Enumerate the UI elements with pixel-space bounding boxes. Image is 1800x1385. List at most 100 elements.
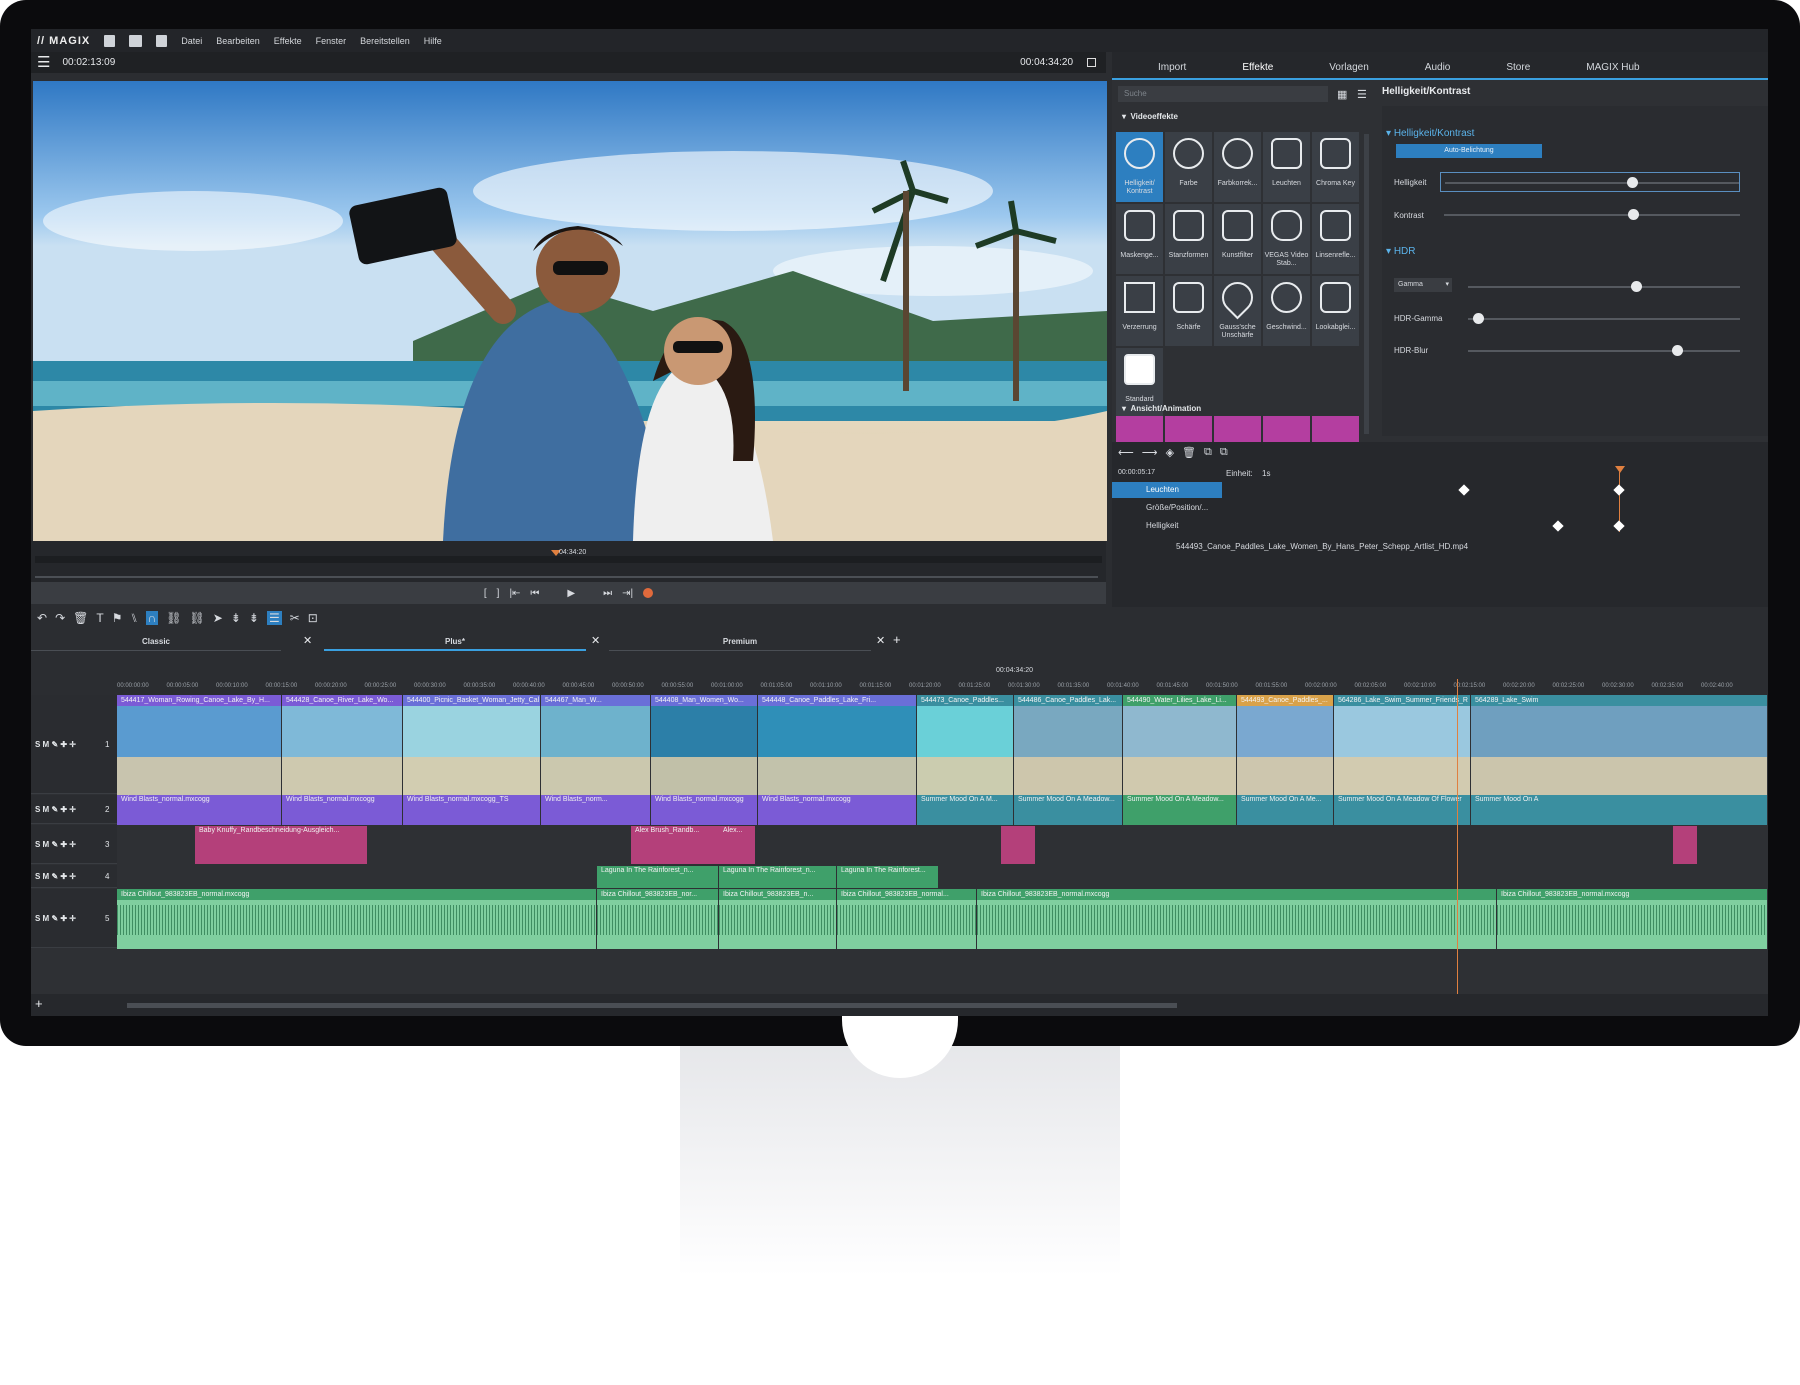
add-tab-icon[interactable]: + bbox=[893, 632, 901, 647]
go-end-icon[interactable]: ⇥| bbox=[622, 588, 633, 599]
music-clip[interactable]: Ibiza Chillout_983823EB_nor... bbox=[597, 889, 718, 949]
transition-clip[interactable] bbox=[1001, 826, 1035, 864]
fx-cutout-shapes[interactable]: Stanzformen bbox=[1165, 204, 1212, 274]
contrast-knob[interactable] bbox=[1627, 209, 1639, 220]
scrub-track[interactable] bbox=[35, 556, 1102, 563]
next-frame-icon[interactable]: ⏭ bbox=[603, 588, 612, 599]
kf-playhead[interactable] bbox=[1615, 466, 1625, 473]
audio-clip[interactable]: Wind Blasts_normal.mxcogg bbox=[282, 795, 402, 825]
pointer-icon[interactable]: ➤ bbox=[213, 611, 223, 625]
video-clip[interactable]: 544448_Canoe_Paddles_Lake_Fri... bbox=[758, 695, 916, 795]
tab-plus[interactable]: Plus* bbox=[324, 633, 586, 651]
audio-clip[interactable]: Summer Mood On A M... bbox=[917, 795, 1013, 825]
fx-distortion[interactable]: Verzerrung bbox=[1116, 276, 1163, 346]
audio-clip[interactable]: Summer Mood On A Me... bbox=[1237, 795, 1333, 825]
mark-in-icon[interactable]: [ bbox=[484, 588, 487, 599]
undo-icon[interactable]: ↶ bbox=[37, 611, 47, 625]
track-solo-mute[interactable]: S M ✎ ✚ ✛ bbox=[35, 805, 76, 814]
tab-store[interactable]: Store bbox=[1478, 62, 1558, 78]
effects-scrollbar[interactable] bbox=[1364, 134, 1369, 434]
section-video-effects[interactable]: ▾ Videoeffekte bbox=[1122, 112, 1178, 121]
keyframe-diamond[interactable] bbox=[1613, 484, 1625, 496]
auto-exposure-button[interactable]: Auto-Belichtung bbox=[1396, 144, 1542, 158]
music-clip[interactable]: Ibiza Chillout_983823EB_n... bbox=[719, 889, 836, 949]
kf-row-size[interactable]: Größe/Position/... bbox=[1112, 500, 1282, 516]
add-track-icon[interactable]: + bbox=[35, 996, 43, 1011]
tab-magix-hub[interactable]: MAGIX Hub bbox=[1558, 62, 1667, 78]
keyframe-diamond[interactable] bbox=[1552, 520, 1564, 532]
kf-row-helligkeit[interactable]: Helligkeit bbox=[1112, 518, 1282, 534]
menu-fenster[interactable]: Fenster bbox=[316, 36, 347, 46]
tab-audio[interactable]: Audio bbox=[1397, 62, 1479, 78]
track-mode-icon[interactable]: ☰ bbox=[266, 611, 282, 625]
audio-clip[interactable]: Wind Blasts_normal.mxcogg bbox=[117, 795, 281, 825]
fx-anim-4[interactable] bbox=[1263, 416, 1310, 442]
multi-ripple-icon[interactable]: ⇟ bbox=[249, 611, 259, 625]
fx-anim-3[interactable] bbox=[1214, 416, 1261, 442]
video-clip[interactable]: 544467_Man_W... bbox=[541, 695, 650, 795]
delete-icon[interactable]: 🗑 bbox=[73, 611, 88, 625]
link-icon[interactable]: ⛓ bbox=[166, 611, 181, 625]
fx-color[interactable]: Farbe bbox=[1165, 132, 1212, 202]
track-solo-mute[interactable]: S M ✎ ✚ ✛ bbox=[35, 872, 76, 881]
close-icon[interactable]: ✕ bbox=[591, 634, 600, 647]
track-solo-mute[interactable]: S M ✎ ✚ ✛ bbox=[35, 840, 76, 849]
fullscreen-icon[interactable] bbox=[1087, 58, 1096, 67]
audio-clip[interactable]: Laguna In The Rainforest_n... bbox=[597, 866, 718, 888]
add-keyframe-icon[interactable]: ◈ bbox=[1166, 446, 1174, 459]
group-brightness-contrast[interactable]: ▾ Helligkeit/Kontrast bbox=[1386, 128, 1474, 139]
track-solo-mute[interactable]: S M ✎ ✚ ✛ bbox=[35, 740, 76, 749]
unlink-icon[interactable]: ⛓ bbox=[190, 611, 205, 625]
fx-chroma-key[interactable]: Chroma Key bbox=[1312, 132, 1359, 202]
menu-bereitstellen[interactable]: Bereitstellen bbox=[360, 36, 410, 46]
fx-speed[interactable]: Geschwind... bbox=[1263, 276, 1310, 346]
keyframe-diamond[interactable] bbox=[1458, 484, 1470, 496]
audio-clip[interactable]: Summer Mood On A bbox=[1471, 795, 1767, 825]
mark-out-icon[interactable]: ] bbox=[497, 588, 500, 599]
close-icon[interactable]: ✕ bbox=[303, 634, 312, 647]
close-icon[interactable]: ✕ bbox=[876, 634, 885, 647]
video-clip[interactable]: 564286_Lake_Swim_Summer_Friends_R bbox=[1334, 695, 1470, 795]
title-clip[interactable]: Alex... bbox=[719, 826, 755, 864]
tab-classic[interactable]: Classic bbox=[31, 633, 281, 651]
tab-import[interactable]: Import bbox=[1130, 62, 1214, 78]
track-solo-mute[interactable]: S M ✎ ✚ ✛ bbox=[35, 914, 76, 923]
fx-mask[interactable]: Maskenge... bbox=[1116, 204, 1163, 274]
magnet-icon[interactable]: ∩ bbox=[145, 611, 159, 625]
fx-art-filter[interactable]: Kunstfilter bbox=[1214, 204, 1261, 274]
audio-clip[interactable]: Wind Blasts_normal.mxcogg_TS bbox=[403, 795, 540, 825]
fx-anim-2[interactable] bbox=[1165, 416, 1212, 442]
fx-sharpness[interactable]: Schärfe bbox=[1165, 276, 1212, 346]
record-icon[interactable] bbox=[643, 588, 654, 598]
hdr-blur-knob[interactable] bbox=[1672, 345, 1683, 356]
range-bar[interactable] bbox=[35, 576, 1098, 578]
open-folder-icon[interactable] bbox=[129, 34, 143, 47]
audio-clip[interactable]: Laguna In The Rainforest_n... bbox=[719, 866, 836, 888]
tab-vorlagen[interactable]: Vorlagen bbox=[1301, 62, 1396, 78]
audio-clip[interactable]: Wind Blasts_normal.mxcogg bbox=[758, 795, 916, 825]
gamma-select[interactable]: Gamma ▾ bbox=[1394, 278, 1452, 292]
arrow-left-icon[interactable]: ⟵ bbox=[1118, 446, 1134, 459]
video-clip[interactable]: 564289_Lake_Swim bbox=[1471, 695, 1767, 795]
contrast-slider[interactable] bbox=[1444, 209, 1740, 220]
video-clip[interactable]: 544473_Canoe_Paddles... bbox=[917, 695, 1013, 795]
audio-clip[interactable]: Wind Blasts_norm... bbox=[541, 795, 650, 825]
video-clip[interactable]: 544490_Water_Lilies_Lake_Li... bbox=[1123, 695, 1236, 795]
title-clip[interactable]: Alex Brush_Randb... bbox=[631, 826, 719, 864]
hdr-gamma-slider[interactable] bbox=[1468, 313, 1740, 324]
fx-anim-5[interactable] bbox=[1312, 416, 1359, 442]
flag-icon[interactable]: ⚑ bbox=[112, 611, 123, 625]
menu-datei[interactable]: Datei bbox=[181, 36, 202, 46]
timeline-ruler[interactable]: 00:00:00:00 00:00:05:00 00:00:10:00 00:00:1… bbox=[117, 679, 1768, 695]
tab-premium[interactable]: Premium bbox=[609, 633, 871, 651]
group-hdr[interactable]: ▾ HDR bbox=[1386, 246, 1415, 257]
fx-vegas-stabilizer[interactable]: VEGAS Video Stab... bbox=[1263, 204, 1310, 274]
save-icon[interactable] bbox=[156, 34, 168, 47]
play-icon[interactable]: ▶ bbox=[567, 588, 575, 599]
tab-effekte[interactable]: Effekte bbox=[1214, 62, 1302, 80]
redo-icon[interactable]: ↷ bbox=[55, 611, 65, 625]
go-start-icon[interactable]: |⇤ bbox=[509, 588, 520, 599]
horizontal-scrollbar[interactable] bbox=[127, 1003, 1177, 1008]
music-clip[interactable]: Ibiza Chillout_983823EB_normal.mxcogg bbox=[1497, 889, 1767, 949]
fx-anim-1[interactable] bbox=[1116, 416, 1163, 442]
